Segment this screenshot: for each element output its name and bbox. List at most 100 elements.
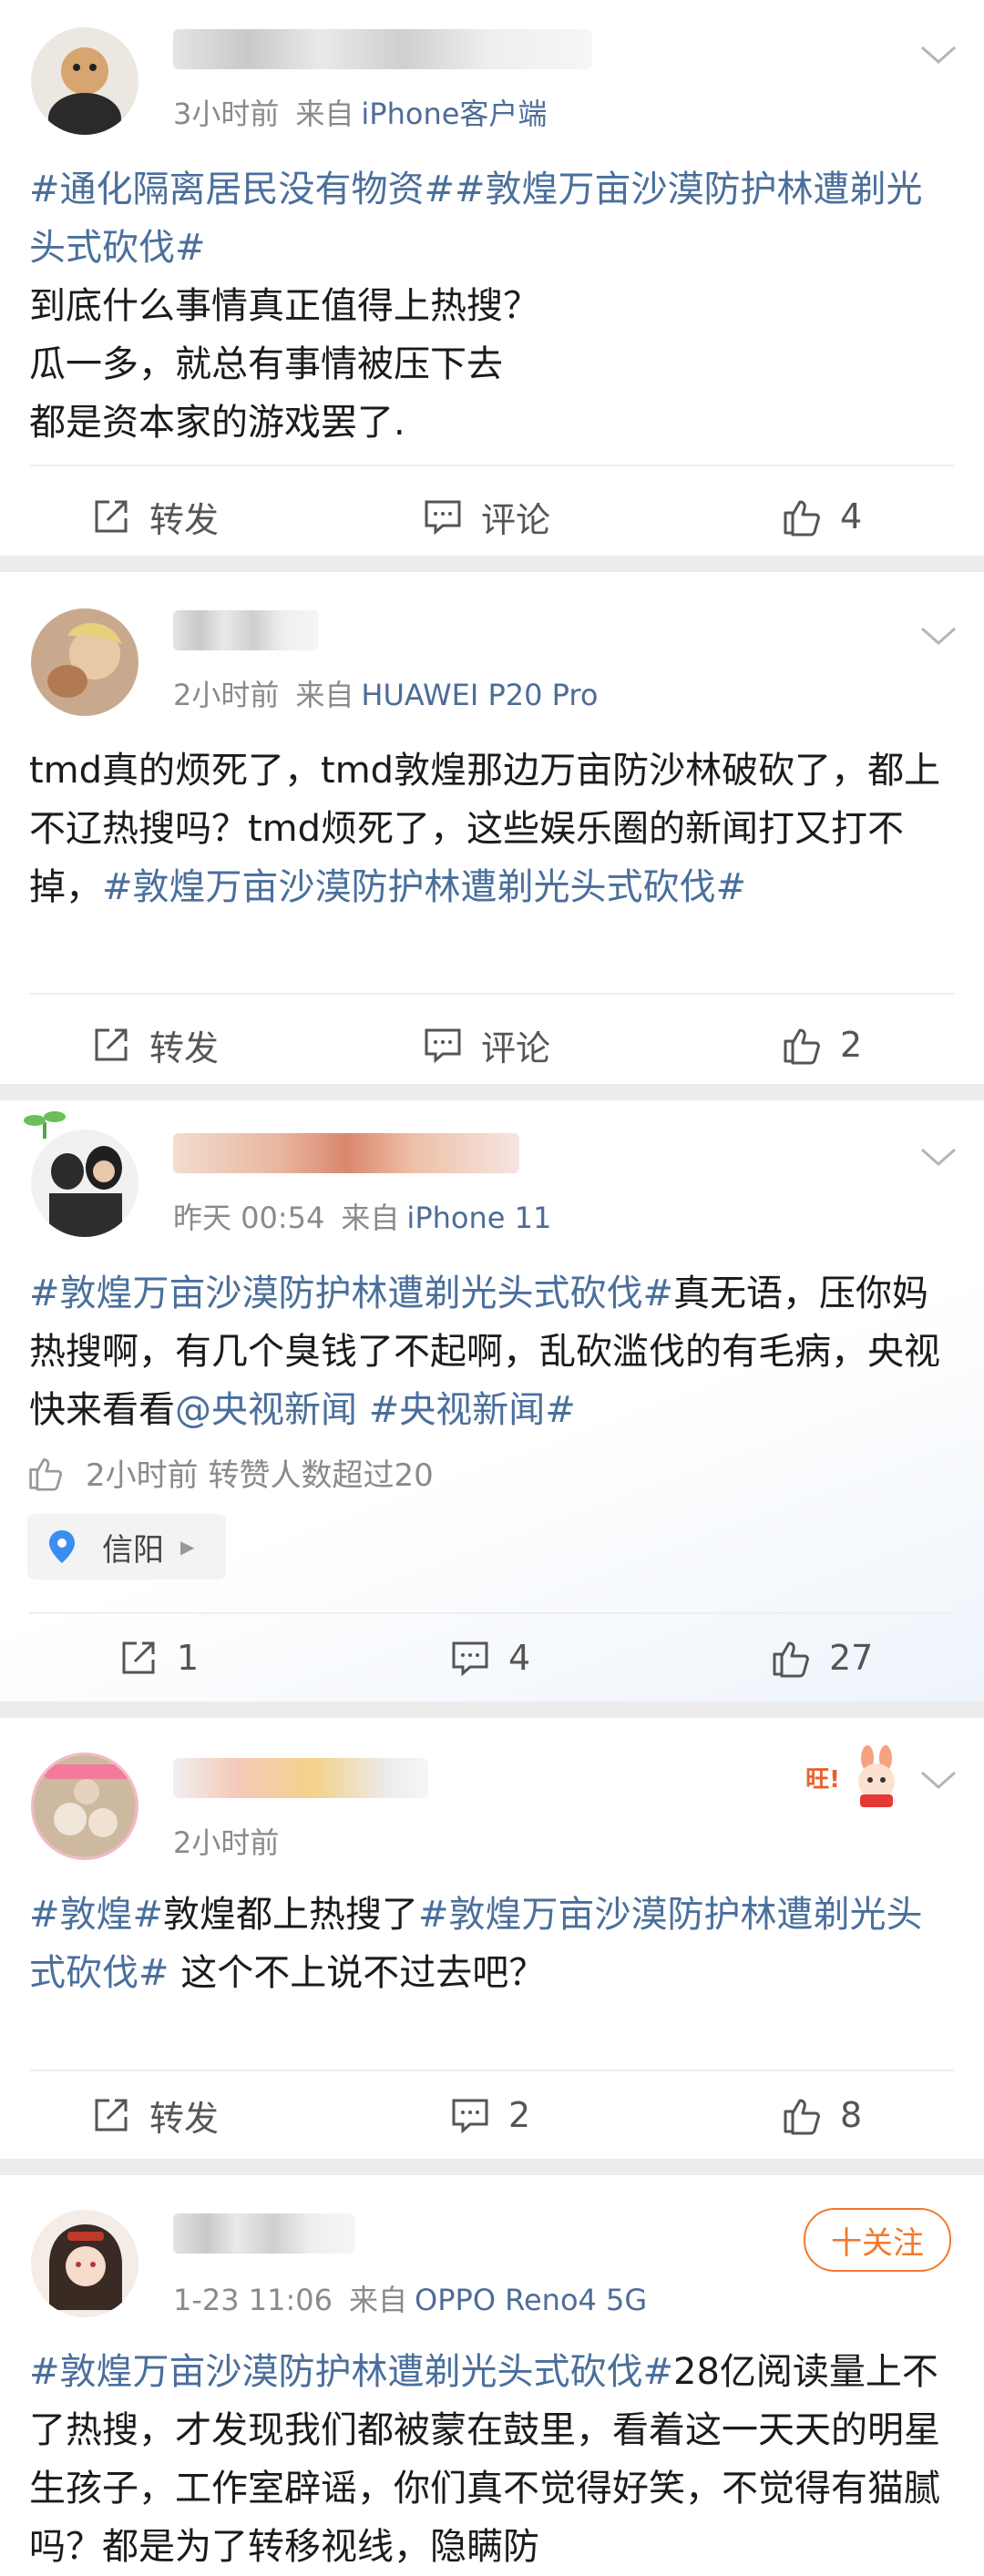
post-time: 3小时前	[173, 97, 280, 131]
action-bar: 转发 评论 4	[0, 466, 984, 567]
post-card: 3小时前 来自 iPhone客户端 #通化隔离居民没有物资##敦煌万亩沙漠防护林遭剃…	[0, 0, 984, 556]
repost-icon	[95, 2099, 128, 2131]
post-text: #敦煌万亩沙漠防护林遭剃光头式砍伐#真无语，压你妈热搜啊，有几个臭钱了不起啊，乱…	[29, 1264, 958, 1439]
post-text: #通化隔离居民没有物资##敦煌万亩沙漠防护林遭剃光头式砍伐# 到底什么事情真正值…	[29, 160, 958, 452]
post-time: 2小时前	[173, 1825, 280, 1860]
thumbs-up-icon	[784, 2099, 820, 2135]
post-meta: 2小时前	[173, 1820, 279, 1862]
hashtag[interactable]: #敦煌#	[29, 1894, 163, 1936]
thumbs-up-icon	[784, 1028, 820, 1065]
repost-button[interactable]: 1	[118, 1614, 199, 1702]
username-blurred[interactable]	[173, 1758, 428, 1798]
like-button[interactable]: 8	[782, 2071, 862, 2159]
avatar[interactable]	[31, 27, 138, 135]
repost-icon	[95, 1028, 128, 1061]
post-meta: 2小时前 来自 HUAWEI P20 Pro	[173, 672, 598, 714]
avatar[interactable]	[31, 1753, 138, 1860]
source-label: 来自	[295, 97, 354, 131]
mention-link[interactable]: @央视新闻 #央视新闻#	[175, 1389, 576, 1431]
post-text: tmd真的烦死了，tmd敦煌那边万亩防沙林破砍了，都上不辽热搜吗？tmd烦死了，…	[29, 741, 958, 916]
hashtag[interactable]: #敦煌万亩沙漠防护林遭剃光头式砍伐#	[102, 866, 746, 908]
device-link[interactable]: iPhone 11	[406, 1201, 551, 1235]
device-link[interactable]: OPPO Reno4 5G	[415, 2283, 647, 2317]
device-link[interactable]: iPhone客户端	[361, 97, 547, 131]
action-bar: 转发 2 8	[0, 2071, 984, 2159]
thumbs-up-icon	[784, 500, 820, 537]
repost-button[interactable]: 转发	[91, 2071, 219, 2159]
device-link[interactable]: HUAWEI P20 Pro	[361, 678, 598, 712]
post-separator	[0, 2159, 984, 2175]
action-bar: 1 4 27	[0, 1614, 984, 1702]
post-body: 到底什么事情真正值得上热搜？ 瓜一多，就总有事情被压下去 都是资本家的游戏罢了.	[29, 285, 539, 444]
avatar[interactable]	[31, 608, 138, 716]
thumbs-up-icon	[29, 1457, 63, 1491]
post-body: 这个不上说不过去吧？	[169, 1952, 546, 1994]
comment-icon	[425, 500, 461, 536]
post-text: #敦煌万亩沙漠防护林遭剃光头式砍伐#28亿阅读量上不了热搜，才发现我们都被蒙在鼓…	[29, 2343, 958, 2576]
post-card: 2小时前 来自 HUAWEI P20 Pro tmd真的烦死了，tmd敦煌那边万亩防…	[0, 572, 984, 1084]
hashtag[interactable]: #敦煌万亩沙漠防护林遭剃光头式砍伐#	[29, 1273, 673, 1314]
location-name: 信阳	[102, 1531, 164, 1569]
repost-button[interactable]: 转发	[91, 995, 219, 1095]
bunny-sticker-icon	[858, 1745, 895, 1807]
post-meta: 昨天 00:54 来自 iPhone 11	[173, 1195, 551, 1237]
post-meta: 3小时前 来自 iPhone客户端	[173, 91, 547, 133]
post-time: 2小时前	[173, 678, 280, 712]
like-info: 2小时前 转赞人数超过20	[27, 1450, 434, 1495]
comment-button[interactable]: 评论	[423, 995, 550, 1095]
chevron-down-icon[interactable]	[918, 623, 958, 649]
thumbs-up-icon	[773, 1641, 809, 1678]
comment-button[interactable]: 评论	[423, 466, 550, 567]
repost-count: 1	[177, 1638, 200, 1678]
like-count: 8	[840, 2095, 863, 2135]
location-tag[interactable]: 信阳 ▶	[27, 1514, 226, 1579]
avatar[interactable]	[31, 1130, 138, 1237]
like-count: 2	[840, 1025, 863, 1065]
action-bar: 转发 评论 2	[0, 995, 984, 1095]
comment-label: 评论	[481, 499, 551, 540]
post-time: 昨天 00:54	[173, 1201, 325, 1235]
avatar[interactable]	[31, 2210, 138, 2317]
like-button[interactable]: 4	[782, 466, 862, 567]
username-blurred[interactable]	[173, 610, 319, 650]
post-card: 2小时前 旺! #敦煌#敦煌都上热搜了#敦煌万亩沙漠防护林遭剃光头式砍伐# 这个…	[0, 1718, 984, 2159]
repost-icon	[95, 500, 128, 533]
repost-label: 转发	[149, 499, 220, 540]
like-button[interactable]: 2	[782, 995, 862, 1095]
post-card: 昨天 00:54 来自 iPhone 11 #敦煌万亩沙漠防护林遭剃光头式砍伐#真无…	[0, 1100, 984, 1702]
location-pin-icon	[49, 1530, 75, 1563]
repost-label: 转发	[149, 1027, 220, 1068]
comment-icon	[452, 1641, 488, 1677]
follow-button[interactable]: 十关注	[804, 2208, 951, 2272]
post-time: 1-23 11:06	[173, 2283, 333, 2317]
comment-icon	[452, 2099, 488, 2134]
caret-right-icon: ▶	[180, 1536, 195, 1558]
comment-count: 4	[508, 1638, 531, 1678]
chevron-down-icon[interactable]	[918, 1144, 958, 1170]
chevron-down-icon[interactable]	[918, 42, 958, 67]
chevron-down-icon[interactable]	[918, 1767, 958, 1793]
repost-icon	[122, 1641, 155, 1674]
username-blurred[interactable]	[173, 29, 592, 69]
source-label: 来自	[295, 678, 354, 712]
like-count: 27	[829, 1638, 874, 1678]
like-button[interactable]: 27	[771, 1614, 873, 1702]
comment-button[interactable]: 4	[450, 1614, 530, 1702]
post-card: 十关注 1-23 11:06 来自 OPPO Reno4 5G #敦煌万亩沙漠防护林…	[0, 2175, 984, 2568]
username-blurred[interactable]	[173, 2213, 355, 2254]
like-count: 4	[840, 496, 863, 537]
source-label: 来自	[349, 2283, 408, 2317]
username-blurred[interactable]	[173, 1133, 519, 1173]
hashtag[interactable]: #通化隔离居民没有物资##敦煌万亩沙漠防护林遭剃光头式砍伐#	[29, 169, 923, 269]
comment-count: 2	[508, 2095, 531, 2135]
sticker-badge: 旺!	[805, 1745, 907, 1809]
comment-icon	[425, 1028, 461, 1064]
source-label: 来自	[341, 1201, 400, 1235]
sticker-text: 旺!	[805, 1765, 840, 1794]
post-text: #敦煌#敦煌都上热搜了#敦煌万亩沙漠防护林遭剃光头式砍伐# 这个不上说不过去吧？	[29, 1886, 958, 2002]
hashtag[interactable]: #敦煌万亩沙漠防护林遭剃光头式砍伐#	[29, 2351, 673, 2393]
comment-button[interactable]: 2	[450, 2071, 530, 2159]
like-info-text: 2小时前 转赞人数超过20	[86, 1457, 434, 1494]
repost-label: 转发	[149, 2098, 220, 2139]
repost-button[interactable]: 转发	[91, 466, 219, 567]
